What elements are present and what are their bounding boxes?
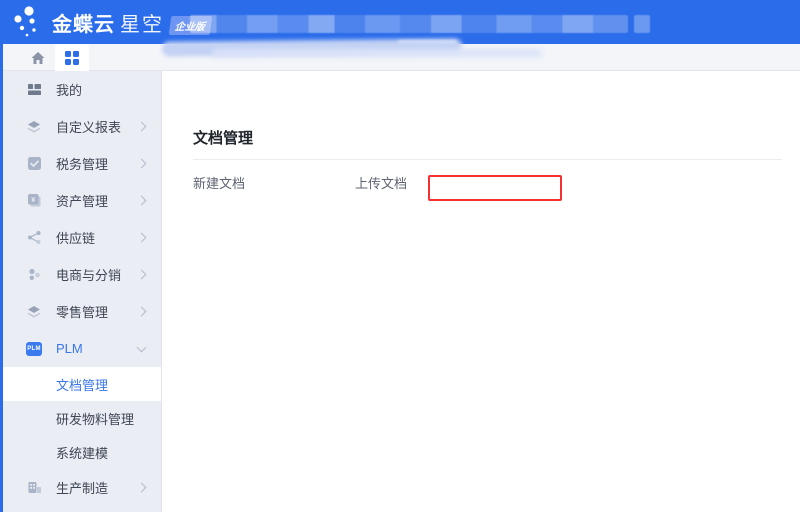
tab-bar: [0, 44, 800, 71]
asset-cards-icon: ¥: [26, 193, 42, 209]
chevron-right-icon: [136, 232, 147, 243]
chevron-right-icon: [136, 306, 147, 317]
factory-icon: [26, 480, 42, 496]
chevron-right-icon: [136, 269, 147, 280]
sidebar-item-label: 自定义报表: [56, 120, 122, 135]
sidebar-item-label: 税务管理: [56, 157, 109, 172]
sidebar-item-supply-chain[interactable]: 供应链: [0, 219, 161, 256]
brand-name-light: 星空: [120, 13, 164, 36]
sidebar-subitem-document-management[interactable]: 文档管理: [0, 367, 161, 401]
brand-name-bold: 金蝶云: [52, 13, 115, 36]
svg-text:¥: ¥: [31, 197, 35, 204]
sidebar-item-label: 生产制造: [56, 481, 109, 496]
sidebar-item-manufacturing[interactable]: 生产制造: [0, 469, 161, 506]
sidebar-item-plm[interactable]: PLM PLM: [0, 330, 161, 367]
sidebar-item-label: 资产管理: [56, 194, 109, 209]
chevron-right-icon: [136, 158, 147, 169]
upload-document-link[interactable]: 上传文档: [355, 173, 407, 192]
top-header: 金蝶云 星空 企业版: [0, 0, 800, 44]
chevron-right-icon: [136, 195, 147, 206]
sidebar-item-retail[interactable]: 零售管理: [0, 293, 161, 330]
sidebar-item-ecommerce[interactable]: 电商与分销: [0, 256, 161, 293]
plm-badge-icon: PLM: [26, 341, 42, 357]
upload-target-highlight-box[interactable]: [428, 175, 562, 201]
new-document-link[interactable]: 新建文档: [193, 173, 245, 192]
page-title: 文档管理: [193, 130, 254, 147]
window-left-edge: [0, 0, 3, 512]
sidebar-item-my[interactable]: 我的: [0, 71, 161, 108]
kingdee-dots-icon: [14, 6, 36, 37]
title-divider: [193, 159, 782, 160]
redacted-header-text: [190, 15, 628, 33]
sidebar-menu: 我的 自定义报表 税务管理 ¥ 资产管理 供应链 电商与分销 零售管理 PLM …: [0, 71, 162, 512]
home-tab[interactable]: [26, 44, 50, 71]
brand-logo: 金蝶云 星空 企业版: [12, 0, 213, 44]
briefcase-grid-icon: [26, 82, 42, 98]
sidebar-item-label: 零售管理: [56, 305, 109, 320]
share-network-icon: [26, 230, 42, 246]
chevron-down-icon: [136, 342, 147, 352]
home-icon: [31, 51, 45, 64]
sidebar-item-label: 供应链: [56, 231, 96, 246]
sidebar-item-label: 我的: [56, 83, 83, 98]
redacted-header-text-small: [634, 15, 650, 33]
sidebar-item-label: PLM: [56, 341, 83, 356]
layers-icon: [26, 119, 42, 135]
sidebar-item-custom-reports[interactable]: 自定义报表: [0, 108, 161, 145]
sidebar-subitem-system-modeling[interactable]: 系统建模: [0, 435, 161, 469]
chevron-right-icon: [136, 121, 147, 132]
apps-grid-icon: [65, 50, 79, 65]
check-square-icon: [26, 156, 42, 172]
sidebar-subitem-rd-material[interactable]: 研发物料管理: [0, 401, 161, 435]
sidebar-item-assets[interactable]: ¥ 资产管理: [0, 182, 161, 219]
chevron-right-icon: [136, 482, 147, 493]
sidebar-item-label: 电商与分销: [56, 268, 122, 283]
cluster-dots-icon: [26, 267, 42, 283]
app-window: 金蝶云 星空 企业版: [0, 0, 800, 512]
apps-tab-active[interactable]: [55, 44, 89, 71]
sidebar-item-tax[interactable]: 税务管理: [0, 145, 161, 182]
main-content: 文档管理 新建文档 上传文档: [163, 71, 800, 512]
layers-icon: [26, 304, 42, 320]
